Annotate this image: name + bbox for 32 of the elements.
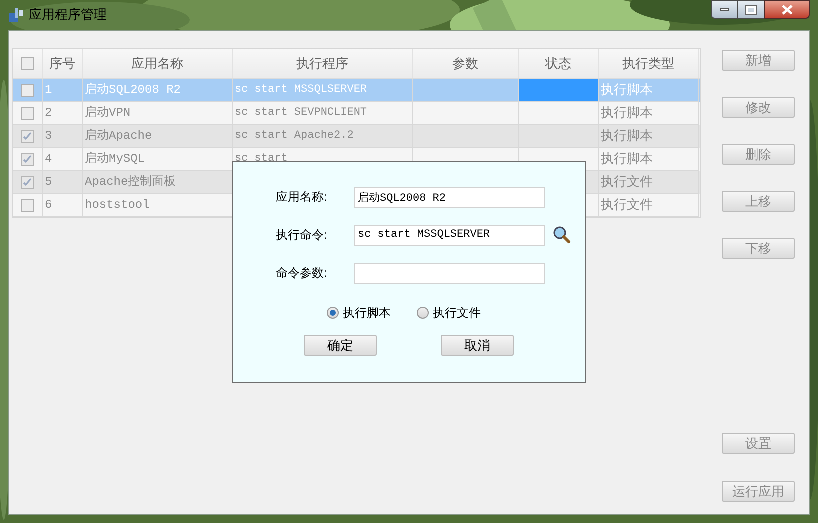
table-cell-text: 执行脚本 xyxy=(601,81,653,100)
column-header: 执行类型 xyxy=(599,49,699,78)
table-cell-text: 执行脚本 xyxy=(601,127,653,146)
table-cell-text: 4 xyxy=(45,151,52,168)
field-label: 应用名称: xyxy=(276,189,328,206)
table-cell-text: 1 xyxy=(45,82,52,99)
column-header: 序号 xyxy=(43,49,83,78)
table-cell-text: sc start xyxy=(235,152,288,167)
table-cell-text: 3 xyxy=(45,128,52,145)
table-cell-text: 执行脚本 xyxy=(601,150,653,168)
table-cell-text: sc start Apache2.2 xyxy=(235,128,354,144)
table-cell-text: 启动MySQL xyxy=(85,151,146,168)
table-cell-text: 启动SQL2008 R2 xyxy=(85,82,182,99)
table-cell-text: Apache控制面板 xyxy=(85,174,176,191)
field-label: 命令参数: xyxy=(276,265,328,282)
table-cell-text: 执行文件 xyxy=(601,196,653,214)
table-cell-text: 执行脚本 xyxy=(601,104,653,122)
table-cell-text: sc start SEVPNCLIENT xyxy=(235,106,368,121)
table-cell-text: hoststool xyxy=(85,197,150,214)
table-cell-text: 启动Apache xyxy=(85,128,152,145)
window-title: 应用程序管理 xyxy=(29,6,107,24)
table-cell-text: 2 xyxy=(45,105,52,122)
table-cell-text: 6 xyxy=(45,197,52,214)
column-header: 状态 xyxy=(519,49,599,78)
column-header: 参数 xyxy=(413,49,519,78)
table-cell-text: 5 xyxy=(45,174,52,191)
table-cell-text: 启动VPN xyxy=(85,105,131,122)
field-label: 执行命令: xyxy=(276,227,328,244)
column-header: 应用名称 xyxy=(83,49,233,78)
table-cell-text: sc start MSSQLSERVER xyxy=(235,82,368,98)
column-header: 执行程序 xyxy=(233,49,413,78)
table-cell-text: 执行文件 xyxy=(601,173,653,192)
